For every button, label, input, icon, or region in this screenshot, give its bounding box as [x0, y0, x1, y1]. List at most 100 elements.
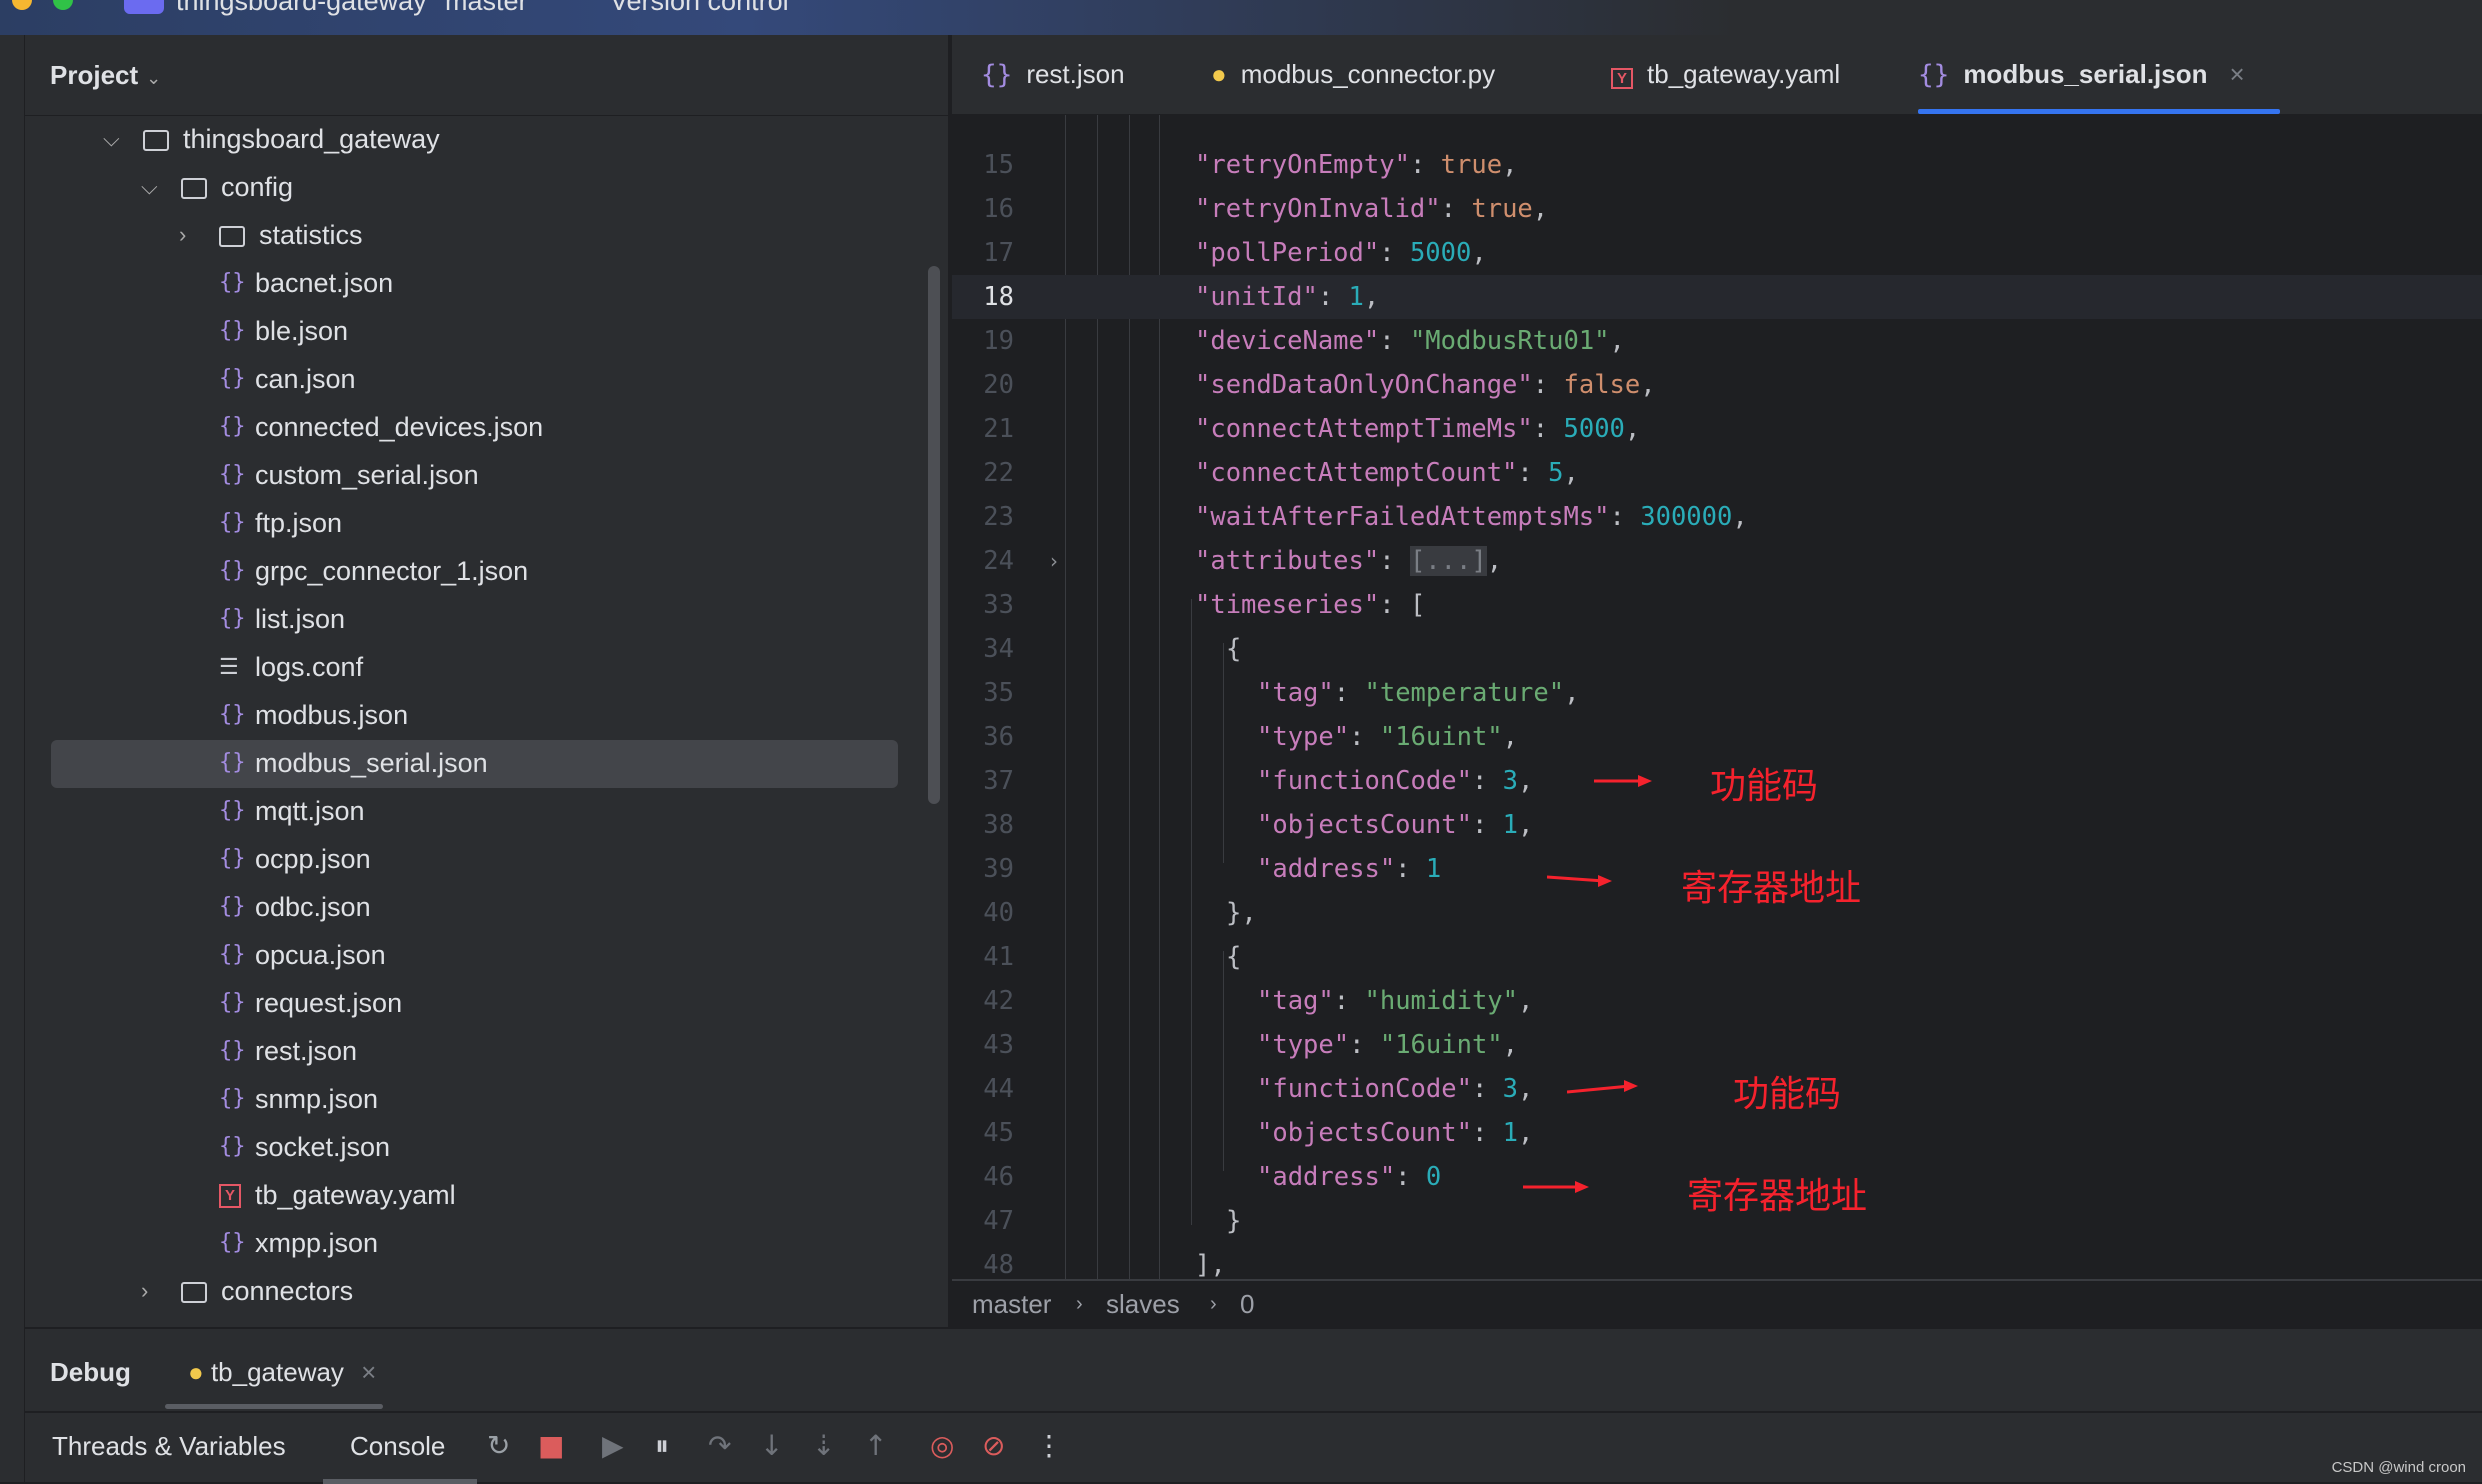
tree-item[interactable]: {} custom_serial.json — [25, 452, 925, 500]
code-line[interactable]: 45 "objectsCount": 1, — [952, 1111, 2482, 1155]
folder-icon — [181, 178, 207, 199]
close-icon[interactable]: × — [361, 1357, 376, 1387]
tree-item[interactable]: {} request.json — [25, 980, 925, 1028]
tree-item[interactable]: ⌵ config — [25, 164, 925, 212]
python-icon: ● — [1211, 59, 1227, 89]
code-line[interactable]: 18 "unitId": 1, — [952, 275, 2482, 319]
tree-item[interactable]: {} list.json — [25, 596, 925, 644]
tree-item[interactable]: {} socket.json — [25, 1124, 925, 1172]
tab-threads-variables[interactable]: Threads & Variables — [52, 1431, 286, 1462]
code-text: "unitId": 1, — [1195, 275, 1379, 319]
tree-item[interactable]: ›extensions — [25, 1316, 925, 1327]
code-line[interactable]: 22 "connectAttemptCount": 5, — [952, 451, 2482, 495]
code-line[interactable]: 17 "pollPeriod": 5000, — [952, 231, 2482, 275]
json-file-icon: {} — [219, 1230, 246, 1255]
code-token: : — [1517, 458, 1549, 488]
debug-panel: Debug ● tb_gateway × Threads & Variables… — [25, 1327, 2482, 1484]
breadcrumb-item[interactable]: master — [972, 1289, 1051, 1320]
step-into-my-code-icon[interactable]: ⇣ — [812, 1429, 835, 1462]
code-line[interactable]: 16 "retryOnInvalid": true, — [952, 187, 2482, 231]
tree-item[interactable]: {} ble.json — [25, 308, 925, 356]
code-line[interactable]: 19 "deviceName": "ModbusRtu01", — [952, 319, 2482, 363]
tree-item[interactable]: {} modbus.json — [25, 692, 925, 740]
version-control-menu[interactable]: Version control — [610, 0, 789, 17]
tree-item[interactable]: {} rest.json — [25, 1028, 925, 1076]
rerun-icon[interactable]: ↻ — [487, 1429, 510, 1462]
pause-icon[interactable]: ⏸ — [655, 1429, 669, 1463]
tree-item-label: socket.json — [255, 1132, 391, 1162]
code-line[interactable]: 42 "tag": "humidity", — [952, 979, 2482, 1023]
tree-item[interactable]: {} ftp.json — [25, 500, 925, 548]
tree-item[interactable]: {} opcua.json — [25, 932, 925, 980]
chevron-right-icon[interactable]: › — [179, 222, 186, 248]
tree-item[interactable]: {} modbus_serial.json — [51, 740, 898, 788]
close-icon[interactable]: × — [2230, 59, 2245, 89]
project-name[interactable]: thingsboard-gateway — [176, 0, 427, 17]
code-line[interactable]: 21 "connectAttemptTimeMs": 5000, — [952, 407, 2482, 451]
breadcrumb-item[interactable]: 0 — [1240, 1289, 1254, 1320]
tab-modbus-serial-json[interactable]: {} modbus_serial.json × — [1918, 59, 2245, 90]
code-editor[interactable]: 15 "retryOnEmpty": true, 16 "retryOnInvalid… — [952, 115, 2482, 1279]
folder-icon — [219, 226, 245, 247]
tree-item[interactable]: {} odbc.json — [25, 884, 925, 932]
tab-modbus-connector-py[interactable]: ● modbus_connector.py — [1211, 59, 1495, 90]
chevron-down-icon[interactable]: ⌵ — [141, 174, 158, 200]
tab-tb-gateway-yaml[interactable]: Ytb_gateway.yaml — [1611, 59, 1840, 90]
tree-item[interactable]: › connectors — [25, 1268, 925, 1316]
code-line[interactable]: 34 { — [952, 627, 2482, 671]
step-out-icon[interactable]: ↑ — [864, 1429, 887, 1462]
code-text: { — [1226, 627, 1241, 671]
folded-region[interactable]: [...] — [1409, 546, 1487, 576]
breadcrumb-item[interactable]: slaves — [1106, 1289, 1180, 1320]
code-line[interactable]: 38 "objectsCount": 1, — [952, 803, 2482, 847]
chevron-down-icon[interactable]: ⌵ — [103, 126, 120, 152]
step-into-icon[interactable]: ↓ — [760, 1429, 783, 1462]
code-line[interactable]: 41 { — [952, 935, 2482, 979]
fold-chevron-icon[interactable]: › — [1050, 539, 1058, 583]
code-line[interactable]: 48], — [952, 1243, 2482, 1279]
mute-breakpoints-icon[interactable]: ⊘ — [982, 1429, 1005, 1462]
chevron-right-icon[interactable]: › — [141, 1278, 148, 1304]
code-line[interactable]: 35 "tag": "temperature", — [952, 671, 2482, 715]
tree-item[interactable]: {} grpc_connector_1.json — [25, 548, 925, 596]
code-line[interactable]: 33 "timeseries": [ — [952, 583, 2482, 627]
branch-name[interactable]: master — [445, 0, 528, 17]
code-token: , — [1640, 370, 1656, 400]
tab-rest-json[interactable]: {} rest.json — [981, 59, 1125, 90]
code-line[interactable]: 36 "type": "16uint", — [952, 715, 2482, 759]
resume-icon[interactable]: ▶ — [602, 1429, 624, 1462]
code-token: true — [1471, 194, 1533, 224]
tree-item[interactable]: {} bacnet.json — [25, 260, 925, 308]
tree-item[interactable]: {} can.json — [25, 356, 925, 404]
step-over-icon[interactable]: ↷ — [708, 1429, 731, 1462]
tree-item[interactable]: {} ocpp.json — [25, 836, 925, 884]
code-line[interactable]: 23 "waitAfterFailedAttemptsMs": 300000, — [952, 495, 2482, 539]
tree-item[interactable]: {} mqtt.json — [25, 788, 925, 836]
code-line[interactable]: 44 "functionCode": 3, — [952, 1067, 2482, 1111]
code-token: "humidity" — [1364, 986, 1519, 1016]
view-breakpoints-icon[interactable]: ◎ — [930, 1429, 954, 1462]
tab-console[interactable]: Console — [350, 1431, 445, 1462]
tree-item[interactable]: ⌵ thingsboard_gateway — [25, 116, 925, 164]
debug-session-tab[interactable]: ● tb_gateway × — [188, 1357, 376, 1388]
zoom-button[interactable] — [53, 0, 73, 10]
more-icon[interactable]: ⋮ — [1035, 1429, 1063, 1462]
tree-item[interactable]: Ytb_gateway.yaml — [25, 1172, 925, 1220]
sidebar-scrollbar[interactable] — [928, 266, 940, 804]
code-line[interactable]: 15 "retryOnEmpty": true, — [952, 143, 2482, 187]
tree-item[interactable]: ☰ logs.conf — [25, 644, 925, 692]
tree-item[interactable]: {} xmpp.json — [25, 1220, 925, 1268]
tree-item[interactable]: {} connected_devices.json — [25, 404, 925, 452]
code-token: , — [1502, 1030, 1519, 1060]
minimize-button[interactable] — [12, 0, 32, 10]
tree-item[interactable]: {} snmp.json — [25, 1076, 925, 1124]
code-line[interactable]: 43 "type": "16uint", — [952, 1023, 2482, 1067]
code-line[interactable]: 20 "sendDataOnlyOnChange": false, — [952, 363, 2482, 407]
code-token: "temperature" — [1364, 678, 1565, 708]
stop-icon[interactable]: ■ — [538, 1429, 564, 1462]
code-token: : — [1532, 370, 1564, 400]
tree-item[interactable]: › statistics — [25, 212, 925, 260]
project-view-selector[interactable]: Project ⌄ — [50, 60, 161, 91]
code-line[interactable]: 24 › "attributes": [...], — [952, 539, 2482, 583]
red-arrow-icon — [1594, 775, 1652, 787]
